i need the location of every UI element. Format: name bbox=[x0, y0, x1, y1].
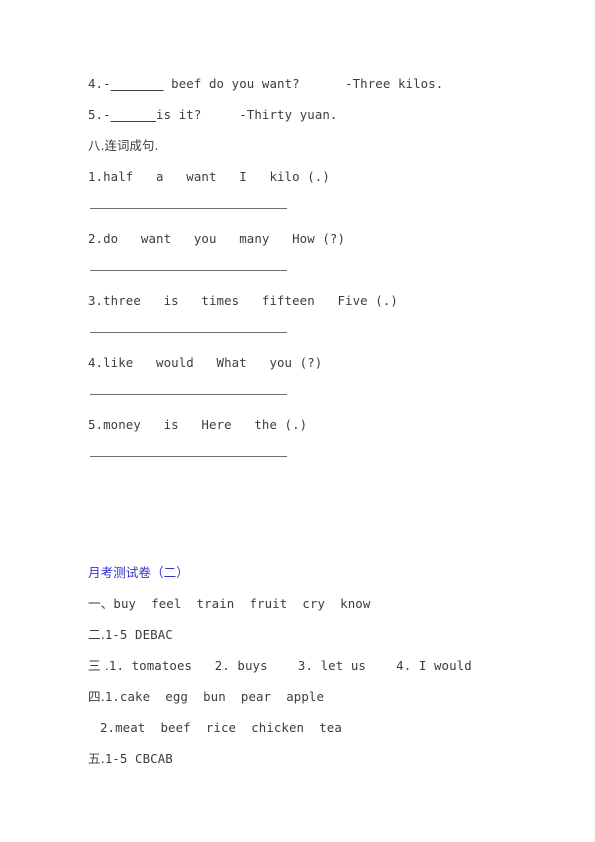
answer-rule bbox=[90, 456, 287, 457]
answer-blank[interactable]: ______ bbox=[111, 107, 156, 122]
section-marker: 三 . bbox=[88, 658, 109, 673]
gap-spacer bbox=[300, 76, 345, 91]
item-number: 2. bbox=[88, 231, 104, 246]
answer-rule bbox=[90, 332, 287, 333]
answer-key-line-5: 2.meat beef rice chicken tea bbox=[88, 712, 508, 743]
answer-key-line-2: 二.1-5 DEBAC bbox=[88, 619, 508, 650]
answer-text: 1-5 DEBAC bbox=[104, 627, 173, 642]
question-text: beef do you want? bbox=[163, 76, 300, 91]
reorder-item-1: 1.half a want I kilo (.) bbox=[88, 161, 508, 192]
item-number: 1. bbox=[88, 169, 104, 184]
word-list: do want you many How (?) bbox=[103, 231, 346, 246]
gap-spacer bbox=[201, 107, 239, 122]
section-marker: 四. bbox=[88, 689, 105, 704]
answer-text: 2.meat beef rice chicken tea bbox=[100, 720, 342, 735]
item-number: 4.- bbox=[88, 76, 111, 91]
section-marker: 五. bbox=[88, 751, 105, 766]
answer-text: -Thirty yuan. bbox=[239, 107, 338, 122]
section-marker: 二. bbox=[88, 627, 105, 642]
answer-text: 1-5 CBCAB bbox=[104, 751, 173, 766]
word-list: like would What you (?) bbox=[103, 355, 323, 370]
answer-key-line-3: 三 .1. tomatoes 2. buys 3. let us 4. I wo… bbox=[88, 650, 508, 681]
reorder-item-2: 2.do want you many How (?) bbox=[88, 223, 508, 254]
answer-text: 1. tomatoes 2. buys 3. let us 4. I would bbox=[108, 658, 472, 673]
section-heading-reorder: 八.连词成句. bbox=[88, 138, 159, 153]
answer-key-line-1: 一、buy feel train fruit cry know bbox=[88, 588, 508, 619]
answer-line-5[interactable] bbox=[88, 440, 508, 471]
answer-rule bbox=[90, 394, 287, 395]
reorder-item-4: 4.like would What you (?) bbox=[88, 347, 508, 378]
fill-in-item-4: 4.-_______ beef do you want? -Three kilo… bbox=[88, 68, 508, 99]
reorder-item-5: 5.money is Here the (.) bbox=[88, 409, 508, 440]
answer-text: 1.cake egg bun pear apple bbox=[104, 689, 325, 704]
answer-key-line-4: 四.1.cake egg bun pear apple bbox=[88, 681, 508, 712]
answer-line-3[interactable] bbox=[88, 316, 508, 347]
answer-text: -Three kilos. bbox=[345, 76, 444, 91]
word-list: half a want I kilo (.) bbox=[103, 169, 330, 184]
reorder-item-3: 3.three is times fifteen Five (.) bbox=[88, 285, 508, 316]
answer-key-title: 月考测试卷（二） bbox=[88, 565, 189, 580]
answer-line-1[interactable] bbox=[88, 192, 508, 223]
answer-blank[interactable]: _______ bbox=[111, 76, 164, 91]
word-list: three is times fifteen Five (.) bbox=[103, 293, 398, 308]
item-number: 5.- bbox=[88, 107, 111, 122]
answer-text: buy feel train fruit cry know bbox=[113, 596, 371, 611]
word-list: money is Here the (.) bbox=[103, 417, 308, 432]
item-number: 5. bbox=[88, 417, 104, 432]
fill-in-item-5: 5.-______is it? -Thirty yuan. bbox=[88, 99, 508, 130]
answer-rule bbox=[90, 270, 287, 271]
answer-key-line-6: 五.1-5 CBCAB bbox=[88, 743, 508, 774]
item-number: 3. bbox=[88, 293, 104, 308]
document-content: 4.-_______ beef do you want? -Three kilo… bbox=[88, 68, 508, 774]
question-text: is it? bbox=[156, 107, 202, 122]
answer-line-2[interactable] bbox=[88, 254, 508, 285]
item-number: 4. bbox=[88, 355, 104, 370]
answer-rule bbox=[90, 208, 287, 209]
answer-line-4[interactable] bbox=[88, 378, 508, 409]
section-marker: 一、 bbox=[88, 596, 114, 611]
document-page: 4.-_______ beef do you want? -Three kilo… bbox=[0, 0, 595, 842]
